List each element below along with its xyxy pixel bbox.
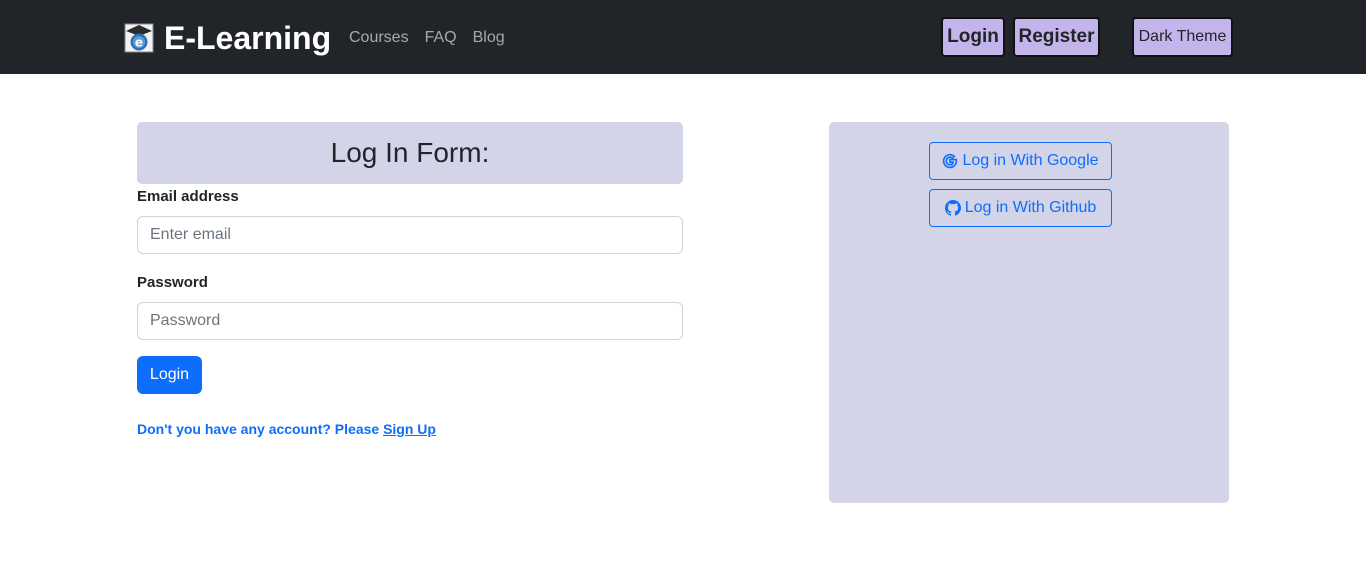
email-label: Email address	[137, 188, 239, 205]
github-login-button[interactable]: Log in With Github	[929, 189, 1112, 227]
github-login-label: Log in With Github	[964, 199, 1097, 216]
nav-link-courses[interactable]: Courses	[349, 27, 409, 49]
social-login-panel: Log in With Google Log in With Github	[829, 122, 1229, 503]
google-login-label: Log in With Google	[962, 152, 1099, 169]
password-label: Password	[137, 274, 208, 291]
email-field[interactable]	[137, 216, 683, 254]
svg-text:e: e	[135, 36, 143, 50]
nav-register-button[interactable]: Register	[1013, 17, 1100, 57]
login-submit-button[interactable]: Login	[137, 356, 202, 394]
password-field[interactable]	[137, 302, 683, 340]
brand-name: E-Learning	[164, 20, 332, 56]
google-icon	[942, 153, 958, 169]
navbar: e E-Learning Courses FAQ Blog Login Regi…	[0, 0, 1366, 74]
nav-link-blog[interactable]: Blog	[473, 27, 505, 49]
nav-link-faq[interactable]: FAQ	[425, 27, 457, 49]
login-form-title: Log In Form:	[330, 137, 490, 168]
graduation-cap-e-logo-icon: e	[124, 23, 154, 53]
github-icon	[944, 200, 961, 216]
dark-theme-button[interactable]: Dark Theme	[1132, 17, 1233, 57]
google-login-button[interactable]: Log in With Google	[929, 142, 1112, 180]
brand[interactable]: e E-Learning	[124, 17, 331, 59]
signup-link[interactable]: Sign Up	[383, 421, 436, 437]
nav-login-button[interactable]: Login	[941, 17, 1005, 57]
signup-prompt: Don't you have any account? Please Sign …	[137, 421, 436, 437]
nav-links: Courses FAQ Blog	[349, 27, 521, 49]
login-form-header: Log In Form:	[137, 122, 683, 184]
signup-prompt-text: Don't you have any account? Please	[137, 421, 384, 437]
